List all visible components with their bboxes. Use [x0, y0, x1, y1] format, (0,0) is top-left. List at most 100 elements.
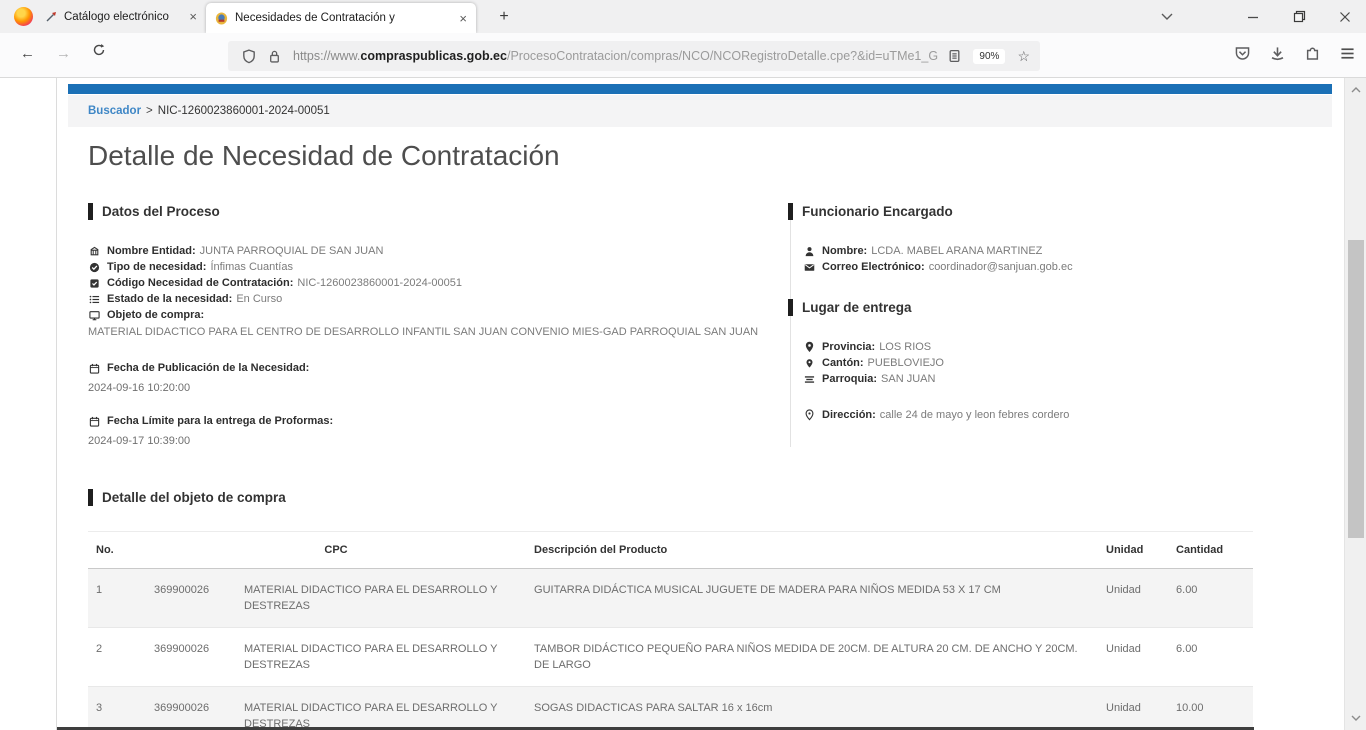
fecha-limite-value: 2024-09-17 10:39:00 [88, 435, 790, 447]
table-row: 1 369900026 MATERIAL DIDACTICO PARA EL D… [88, 569, 1253, 628]
shield-icon [242, 49, 256, 64]
tab-necesidades-contratacion[interactable]: Necesidades de Contratación y × [206, 3, 476, 33]
col-header-unidad: Unidad [1098, 532, 1168, 569]
tab-catalogo-electronico[interactable]: Catálogo electrónico × [36, 0, 206, 33]
field-estado-necesidad: Estado de la necesidad: En Curso [88, 291, 790, 307]
section-marker [788, 203, 793, 220]
url-bar[interactable]: https://www.compraspublicas.gob.ec/Proce… [228, 41, 1040, 71]
cell-unidad: Unidad [1098, 687, 1168, 730]
cell-cpc-text: MATERIAL DIDACTICO PARA EL DESARROLLO Y … [236, 628, 526, 687]
field-value: JUNTA PARROQUIAL DE SAN JUAN [200, 245, 384, 257]
zoom-level-badge[interactable]: 90% [973, 49, 1005, 64]
calendar-icon [88, 416, 100, 427]
extensions-icon[interactable] [1304, 45, 1321, 62]
field-direccion: Dirección: calle 24 de mayo y leon febre… [803, 407, 1332, 423]
map-marker-outline-icon [803, 409, 815, 421]
table-header-row: No. CPC Descripción del Producto Unidad … [88, 532, 1253, 569]
browser-toolbar: ← → https://www.compraspublicas.gob.ec/P… [0, 33, 1366, 78]
menu-hamburger-icon[interactable] [1339, 45, 1356, 62]
cell-cpc-code: 369900026 [146, 628, 236, 687]
screen-icon [88, 310, 100, 321]
download-icon[interactable] [1269, 45, 1286, 62]
section-heading-datos-proceso: Datos del Proceso [88, 203, 790, 220]
field-provincia: Provincia: LOS RIOS [803, 339, 1332, 355]
section-heading-label: Funcionario Encargado [802, 204, 953, 219]
lock-icon [268, 49, 281, 64]
cell-cpc-text: MATERIAL DIDACTICO PARA EL DESARROLLO Y … [236, 569, 526, 628]
scroll-down-button[interactable] [1345, 710, 1366, 726]
cell-cpc-text: MATERIAL DIDACTICO PARA EL DESARROLLO Y … [236, 687, 526, 730]
col-header-cantidad: Cantidad [1168, 532, 1253, 569]
col-header-descripcion: Descripción del Producto [526, 532, 1098, 569]
productos-table: No. CPC Descripción del Producto Unidad … [88, 531, 1253, 730]
field-funcionario-nombre: Nombre: LCDA. MABEL ARANA MARTINEZ [803, 243, 1332, 259]
calendar-icon [88, 363, 100, 374]
cell-cantidad: 10.00 [1168, 687, 1253, 730]
cell-descripcion: SOGAS DIDACTICAS PARA SALTAR 16 x 16cm [526, 687, 1098, 730]
cell-cantidad: 6.00 [1168, 628, 1253, 687]
field-value: calle 24 de mayo y leon febres cordero [880, 409, 1070, 421]
bars-icon [803, 374, 815, 385]
page-title: Detalle de Necesidad de Contratación [88, 140, 1332, 172]
fecha-publicacion-value: 2024-09-16 10:20:00 [88, 382, 790, 394]
scrollbar-thumb[interactable] [1348, 240, 1364, 538]
section-heading-lugar-entrega: Lugar de entrega [791, 299, 1332, 316]
section-heading-label: Detalle del objeto de compra [102, 490, 286, 505]
url-scheme: https://www. [293, 49, 360, 63]
table-row: 2 369900026 MATERIAL DIDACTICO PARA EL D… [88, 628, 1253, 687]
check-circle-icon [88, 262, 100, 273]
field-label: Tipo de necesidad: [107, 261, 206, 273]
field-label: Nombre Entidad: [107, 245, 196, 257]
cell-cantidad: 6.00 [1168, 569, 1253, 628]
section-marker [88, 203, 93, 220]
cell-cpc-code: 369900026 [146, 569, 236, 628]
tab-list-dropdown-button[interactable] [1152, 0, 1182, 33]
field-value: coordinador@sanjuan.gob.ec [929, 261, 1073, 273]
person-icon [803, 246, 815, 257]
cell-descripcion: GUITARRA DIDÁCTICA MUSICAL JUGUETE DE MA… [526, 569, 1098, 628]
browser-titlebar: Catálogo electrónico × Necesidades de Co… [0, 0, 1366, 33]
scroll-up-button[interactable] [1345, 82, 1366, 98]
field-label: Estado de la necesidad: [107, 293, 232, 305]
breadcrumb-separator: > [146, 105, 153, 117]
tab-close-icon[interactable]: × [189, 10, 197, 23]
minimize-button[interactable] [1238, 0, 1268, 33]
ecuador-crest-favicon-icon [215, 12, 228, 25]
field-value: NIC-1260023860001-2024-00051 [297, 277, 462, 289]
close-window-button[interactable] [1330, 0, 1360, 33]
field-label: Fecha de Publicación de la Necesidad: [107, 362, 309, 374]
chevron-down-icon [1161, 13, 1173, 20]
field-value: LOS RIOS [879, 341, 931, 353]
page-left-divider [56, 78, 57, 730]
fecha-limite-block: Fecha Límite para la entrega de Proforma… [88, 413, 790, 447]
back-button[interactable]: ← [20, 45, 35, 62]
tab-close-icon[interactable]: × [459, 12, 467, 25]
fecha-publicacion-block: Fecha de Publicación de la Necesidad: 20… [88, 360, 790, 394]
pocket-icon[interactable] [1234, 45, 1251, 62]
chevron-up-icon [1351, 87, 1361, 93]
field-label: Objeto de compra: [107, 309, 204, 321]
new-tab-button[interactable]: + [492, 5, 516, 29]
cell-no: 2 [88, 628, 146, 687]
list-icon [88, 294, 100, 305]
field-nombre-entidad: Nombre Entidad: JUNTA PARROQUIAL DE SAN … [88, 243, 790, 259]
objeto-compra-text: MATERIAL DIDACTICO PARA EL CENTRO DE DES… [88, 324, 786, 341]
reload-icon [92, 43, 106, 57]
reload-button[interactable] [92, 43, 106, 57]
map-pin-small-icon [803, 358, 815, 369]
field-codigo-necesidad: Código Necesidad de Contratación: NIC-12… [88, 275, 790, 291]
breadcrumb-link-buscador[interactable]: Buscador [88, 105, 141, 117]
restore-button[interactable] [1284, 0, 1314, 33]
close-icon [1339, 11, 1351, 23]
bookmark-star-icon[interactable]: ☆ [1017, 48, 1030, 65]
field-value: SAN JUAN [881, 373, 935, 385]
tab-title: Necesidades de Contratación y [235, 12, 452, 24]
page-scrollbar[interactable] [1344, 78, 1366, 730]
field-label: Parroquia: [822, 373, 877, 385]
reader-view-icon[interactable] [948, 49, 961, 63]
forward-button[interactable]: → [56, 45, 71, 62]
section-heading-detalle-objeto: Detalle del objeto de compra [88, 489, 1332, 506]
url-text: https://www.compraspublicas.gob.ec/Proce… [293, 49, 938, 63]
site-header-bar [68, 84, 1332, 94]
table-row: 3 369900026 MATERIAL DIDACTICO PARA EL D… [88, 687, 1253, 730]
